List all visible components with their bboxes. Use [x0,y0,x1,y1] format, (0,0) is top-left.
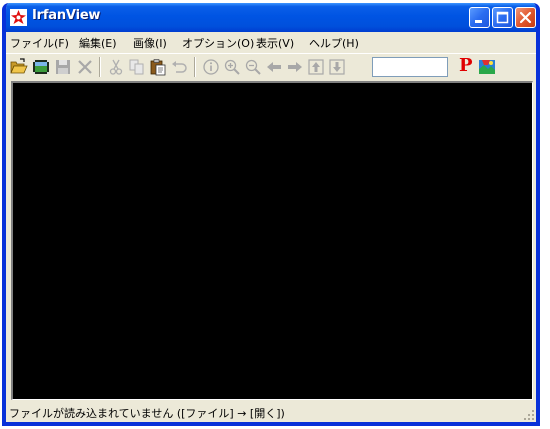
zoom-out-icon[interactable] [244,58,262,76]
delete-icon[interactable] [76,58,94,76]
menu-help[interactable]: ヘルプ(H) [309,35,359,51]
info-icon[interactable] [202,58,220,76]
maximize-icon [496,11,509,24]
menu-file[interactable]: ファイル(F) [10,35,69,51]
cut-icon[interactable] [107,58,125,76]
paste-icon[interactable] [149,58,167,76]
menu-view[interactable]: 表示(V) [256,35,294,51]
open-icon[interactable] [10,58,28,76]
print-icon[interactable]: P [459,56,473,76]
toolbar: P [6,53,536,80]
irfanview-app-icon[interactable] [10,9,27,26]
minimize-button[interactable] [469,7,490,28]
menu-bar: ファイル(F) 編集(E) 画像(I) オプション(O) 表示(V) ヘルプ(H… [6,32,536,53]
menu-options[interactable]: オプション(O) [182,35,254,51]
toolbar-separator [194,57,196,77]
title-bar[interactable]: IrfanView [6,3,536,32]
close-icon [519,11,532,24]
irfanview-window: IrfanView ファイル(F) 編集(E) 画像(I) オプション(O) 表… [2,3,540,426]
minimize-icon [475,20,482,23]
next-icon[interactable] [286,58,304,76]
status-bar: ファイルが読み込まれていません ([ファイル] → [開く]) [6,401,536,422]
menu-edit[interactable]: 編集(E) [79,35,117,51]
save-icon[interactable] [54,58,72,76]
first-icon[interactable] [307,58,325,76]
window-title: IrfanView [32,8,101,23]
close-button[interactable] [515,7,536,28]
previous-icon[interactable] [265,58,283,76]
page-number-input[interactable] [372,57,448,77]
menu-image[interactable]: 画像(I) [133,35,167,51]
undo-icon[interactable] [170,58,188,76]
zoom-in-icon[interactable] [223,58,241,76]
maximize-button[interactable] [492,7,513,28]
toolbar-separator [99,57,101,77]
slideshow-icon[interactable] [32,58,50,76]
resize-grip-icon[interactable] [523,409,535,421]
status-text: ファイルが読み込まれていません ([ファイル] → [開く]) [9,407,285,420]
last-icon[interactable] [328,58,346,76]
image-canvas[interactable] [11,81,533,400]
irfanview-logo-icon[interactable] [478,58,496,76]
copy-icon[interactable] [128,58,146,76]
